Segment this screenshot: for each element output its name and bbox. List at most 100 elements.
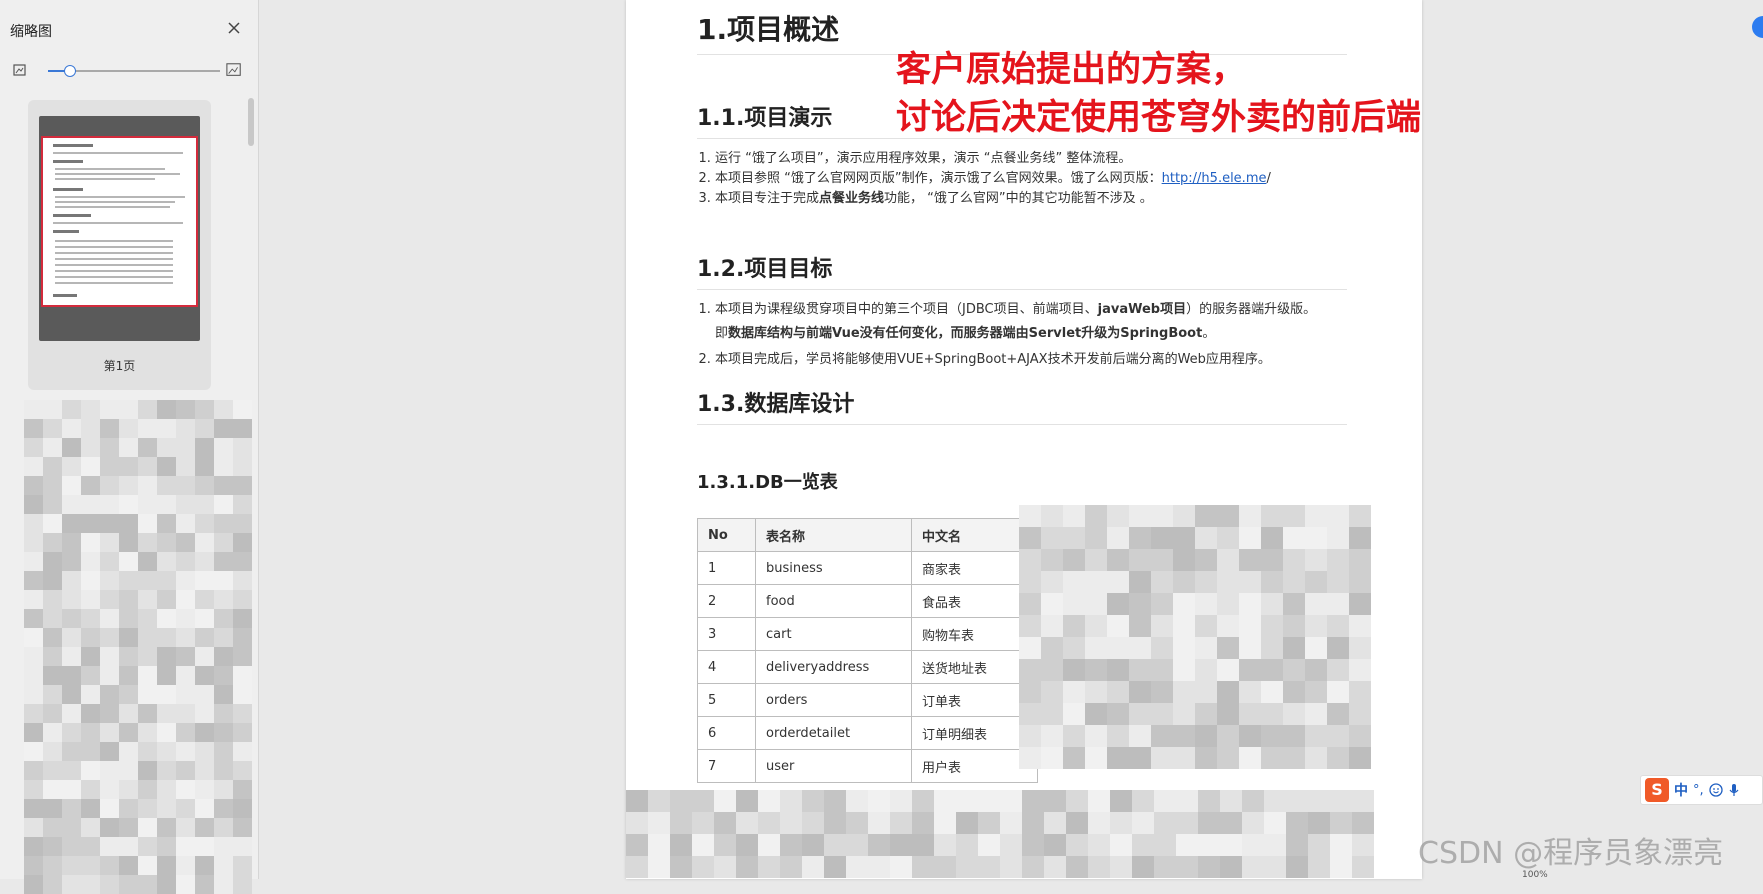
mosaic-block <box>670 812 692 834</box>
table-cell: 1 <box>697 551 756 585</box>
floating-assistant-icon[interactable] <box>1752 16 1763 38</box>
list-item-text: 。 <box>1202 326 1216 341</box>
mosaic-block <box>1107 593 1129 615</box>
mosaic-block <box>1261 527 1283 549</box>
mosaic-block <box>119 571 138 590</box>
mosaic-block <box>81 438 100 457</box>
mosaic-block <box>43 590 62 609</box>
ele-website-link[interactable]: http://h5.ele.me <box>1162 171 1267 186</box>
mosaic-block <box>1217 615 1239 637</box>
mosaic-block <box>1129 593 1151 615</box>
mosaic-block <box>780 856 802 878</box>
slider-handle[interactable] <box>63 65 76 77</box>
mosaic-block <box>802 790 824 812</box>
mosaic-block <box>62 552 81 571</box>
mosaic-block <box>1063 725 1085 747</box>
mosaic-block <box>1151 681 1173 703</box>
mosaic-block <box>157 799 176 818</box>
zoom-in-image-icon[interactable] <box>226 62 242 78</box>
mosaic-block <box>1151 703 1173 725</box>
thumbnail-size-slider[interactable] <box>48 65 220 77</box>
mosaic-block <box>1041 571 1063 593</box>
mosaic-block <box>1085 593 1107 615</box>
mosaic-block <box>24 609 43 628</box>
mosaic-block <box>1305 703 1327 725</box>
mosaic-block <box>62 761 81 780</box>
mosaic-block <box>119 438 138 457</box>
mosaic-block <box>1220 812 1242 834</box>
mosaic-block <box>62 856 81 875</box>
mosaic-block <box>81 685 100 704</box>
panel-scrollbar[interactable] <box>248 98 254 146</box>
mosaic-block <box>62 780 81 799</box>
mosaic-block <box>81 628 100 647</box>
mosaic-block <box>62 628 81 647</box>
mosaic-block <box>176 571 195 590</box>
mosaic-block <box>1000 790 1022 812</box>
mosaic-block <box>1019 615 1041 637</box>
mosaic-block <box>1041 549 1063 571</box>
mosaic-block <box>1151 549 1173 571</box>
mosaic-block <box>1305 549 1327 571</box>
mosaic-block <box>138 780 157 799</box>
mosaic-block <box>1308 812 1330 834</box>
ime-mode-label[interactable]: 中 <box>1674 780 1688 800</box>
mosaic-block <box>1217 703 1239 725</box>
mosaic-block <box>1132 812 1154 834</box>
mosaic-block <box>157 552 176 571</box>
mosaic-block <box>157 514 176 533</box>
mosaic-block <box>233 571 252 590</box>
mosaic-block <box>195 419 214 438</box>
mosaic-block <box>233 666 252 685</box>
mosaic-block <box>43 685 62 704</box>
close-panel-button[interactable] <box>224 18 244 38</box>
mosaic-block <box>62 514 81 533</box>
table-row: 1 business 商家表 <box>697 551 1038 585</box>
mosaic-block <box>1041 615 1063 637</box>
mosaic-block <box>214 609 233 628</box>
mosaic-block <box>1085 725 1107 747</box>
zoom-out-image-icon[interactable] <box>12 62 28 78</box>
mosaic-block <box>24 704 43 723</box>
ime-punctuation-toggle[interactable]: °, <box>1693 783 1704 798</box>
project-demo-list: 运行 “饿了么项目”，演示应用程序效果，演示 “点餐业务线” 整体流程。 本项目… <box>697 149 1385 209</box>
mosaic-block <box>1019 659 1041 681</box>
mosaic-block <box>1283 637 1305 659</box>
red-annotation: 客户原始提出的方案， 讨论后决定使用苍穹外卖的前后端 <box>896 46 1421 142</box>
mosaic-block <box>233 742 252 761</box>
mosaic-block <box>157 419 176 438</box>
mosaic-block <box>1283 615 1305 637</box>
mosaic-block <box>978 834 1000 856</box>
mosaic-block <box>214 856 233 875</box>
mosaic-block <box>233 400 252 419</box>
mosaic-block <box>119 457 138 476</box>
mosaic-block <box>1349 681 1371 703</box>
mosaic-block <box>1242 790 1264 812</box>
mosaic-block <box>81 590 100 609</box>
mosaic-block <box>1129 681 1151 703</box>
mosaic-block <box>43 818 62 837</box>
table-cell: orders <box>755 683 912 717</box>
mosaic-block <box>1151 659 1173 681</box>
mosaic-block <box>62 818 81 837</box>
mosaic-block <box>195 780 214 799</box>
page-thumbnail[interactable]: 第1页 <box>28 100 211 390</box>
mosaic-block <box>62 457 81 476</box>
list-item-text: 本项目参照 “饿了么官网网页版”制作，演示饿了么官网效果。饿了么网页版： <box>715 171 1162 186</box>
mosaic-block <box>1151 527 1173 549</box>
mosaic-block <box>1129 527 1151 549</box>
mosaic-block <box>1063 659 1085 681</box>
mosaic-block <box>138 476 157 495</box>
mosaic-block <box>1217 725 1239 747</box>
ime-toolbar[interactable]: S 中 °, <box>1640 775 1763 805</box>
mosaic-block <box>648 812 670 834</box>
mosaic-block <box>43 571 62 590</box>
mosaic-block <box>648 834 670 856</box>
mosaic-block <box>119 761 138 780</box>
microphone-icon[interactable] <box>1728 783 1740 797</box>
mosaic-block <box>1242 856 1264 878</box>
mosaic-block <box>648 856 670 878</box>
mosaic-block <box>81 799 100 818</box>
mosaic-block <box>1129 549 1151 571</box>
emoji-icon[interactable] <box>1708 783 1723 797</box>
